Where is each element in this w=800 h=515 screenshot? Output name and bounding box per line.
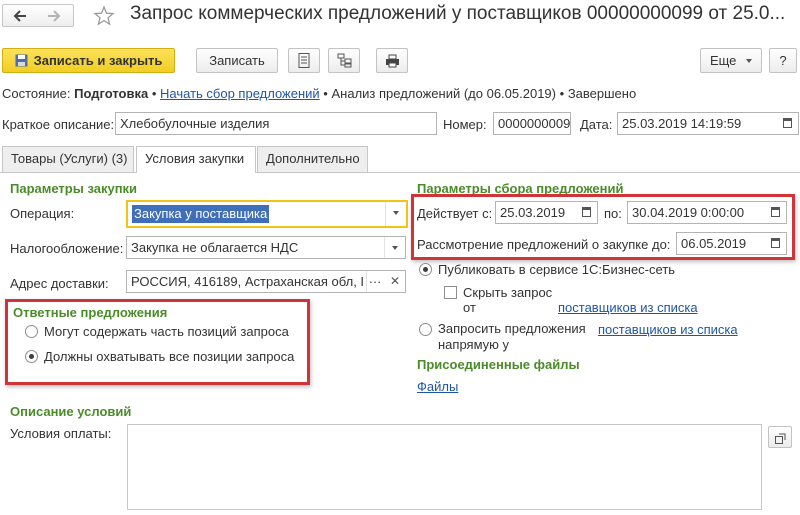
save-and-close-label: Записать и закрыть — [33, 53, 163, 68]
open-editor-button[interactable] — [768, 426, 792, 448]
tab-additional[interactable]: Дополнительно — [257, 146, 368, 172]
window-title: Запрос коммерческих предложений у постав… — [130, 3, 786, 24]
tax-select[interactable]: Закупка не облагается НДС — [126, 236, 406, 259]
number-value: 0000000009 — [498, 116, 571, 131]
purchase-params-title: Параметры закупки — [10, 181, 138, 196]
tab-purchase-conditions[interactable]: Условия закупки — [136, 146, 256, 173]
description-label: Краткое описание: — [2, 117, 115, 132]
floppy-icon — [15, 51, 28, 74]
nav-back-forward — [2, 4, 74, 27]
direct-suppliers-link[interactable]: поставщиков из списка — [598, 322, 738, 337]
date-label: Дата: — [580, 117, 613, 132]
direct-request-label[interactable]: Запросить предложения — [438, 321, 586, 336]
publish-radio[interactable] — [419, 263, 432, 276]
chevron-down-icon[interactable] — [384, 237, 405, 258]
printer-icon — [385, 53, 400, 68]
description-value: Хлебобулочные изделия — [120, 116, 270, 131]
hide-request-checkbox[interactable] — [444, 286, 457, 299]
files-link[interactable]: Файлы — [417, 379, 458, 394]
start-collection-link[interactable]: Начать сбор предложений — [160, 86, 320, 101]
direct-request-label-2: напрямую у — [438, 337, 510, 352]
tab-strip-line — [0, 172, 800, 173]
calendar-icon[interactable] — [778, 113, 798, 134]
operation-value: Закупка у поставщика — [132, 205, 270, 223]
date-input[interactable]: 25.03.2019 14:19:59 — [617, 112, 799, 135]
report-button[interactable] — [288, 48, 320, 73]
conditions-title: Описание условий — [10, 404, 132, 419]
more-button[interactable]: Еще — [700, 48, 762, 73]
structure-button[interactable] — [328, 48, 360, 73]
status-separator: • — [559, 86, 565, 101]
tab-goods[interactable]: Товары (Услуги) (3) — [2, 146, 134, 172]
print-button[interactable] — [376, 48, 408, 73]
highlight-frame-responses — [5, 299, 310, 385]
number-label: Номер: — [443, 117, 487, 132]
hide-request-label: Скрыть запрос — [463, 285, 553, 300]
save-button[interactable]: Записать — [196, 48, 278, 73]
tax-value: Закупка не облагается НДС — [131, 240, 299, 255]
more-label: Еще — [709, 53, 737, 68]
forward-arrow-icon[interactable] — [43, 6, 69, 26]
tax-label: Налогообложение: — [10, 241, 124, 256]
files-title: Присоединенные файлы — [417, 357, 580, 372]
save-and-close-button[interactable]: Записать и закрыть — [2, 48, 175, 73]
back-arrow-icon[interactable] — [11, 6, 37, 26]
address-select-button[interactable]: … — [366, 271, 383, 292]
number-input[interactable]: 0000000009 — [493, 112, 571, 135]
help-button[interactable]: ? — [769, 48, 797, 73]
hide-from-suppliers-link[interactable]: поставщиков из списка — [558, 300, 698, 315]
description-input[interactable]: Хлебобулочные изделия — [115, 112, 437, 135]
direct-request-radio[interactable] — [419, 323, 432, 336]
status-prefix: Состояние: — [2, 86, 71, 101]
status-separator: • — [323, 86, 328, 101]
open-window-icon — [774, 431, 786, 446]
hierarchy-icon — [337, 53, 352, 68]
clear-icon[interactable]: ✕ — [385, 271, 405, 292]
operation-label: Операция: — [10, 206, 75, 221]
date-value: 25.03.2019 14:19:59 — [622, 116, 742, 131]
favorite-star-icon[interactable] — [93, 5, 115, 30]
status-current: Подготовка — [74, 86, 149, 101]
status-line: Состояние: Подготовка • Начать сбор пред… — [2, 86, 636, 101]
address-input[interactable]: РОССИЯ, 416189, Астраханская обл, I … ✕ — [126, 270, 406, 293]
highlight-frame-dates — [411, 194, 795, 260]
operation-select[interactable]: Закупка у поставщика — [126, 200, 408, 228]
hide-request-label-2: от — [463, 300, 476, 315]
address-value: РОССИЯ, 416189, Астраханская обл, I — [131, 274, 365, 289]
chevron-down-icon — [746, 59, 753, 63]
report-icon — [298, 53, 310, 68]
payment-terms-label: Условия оплаты: — [10, 426, 112, 441]
status-separator: • — [151, 86, 157, 101]
status-analysis: Анализ предложений (до 06.05.2019) — [331, 86, 556, 101]
payment-terms-textarea[interactable] — [127, 424, 762, 510]
address-label: Адрес доставки: — [10, 276, 109, 291]
status-done: Завершено — [567, 86, 637, 101]
publish-label[interactable]: Публиковать в сервисе 1С:Бизнес-сеть — [438, 262, 675, 277]
chevron-down-icon[interactable] — [385, 202, 406, 226]
